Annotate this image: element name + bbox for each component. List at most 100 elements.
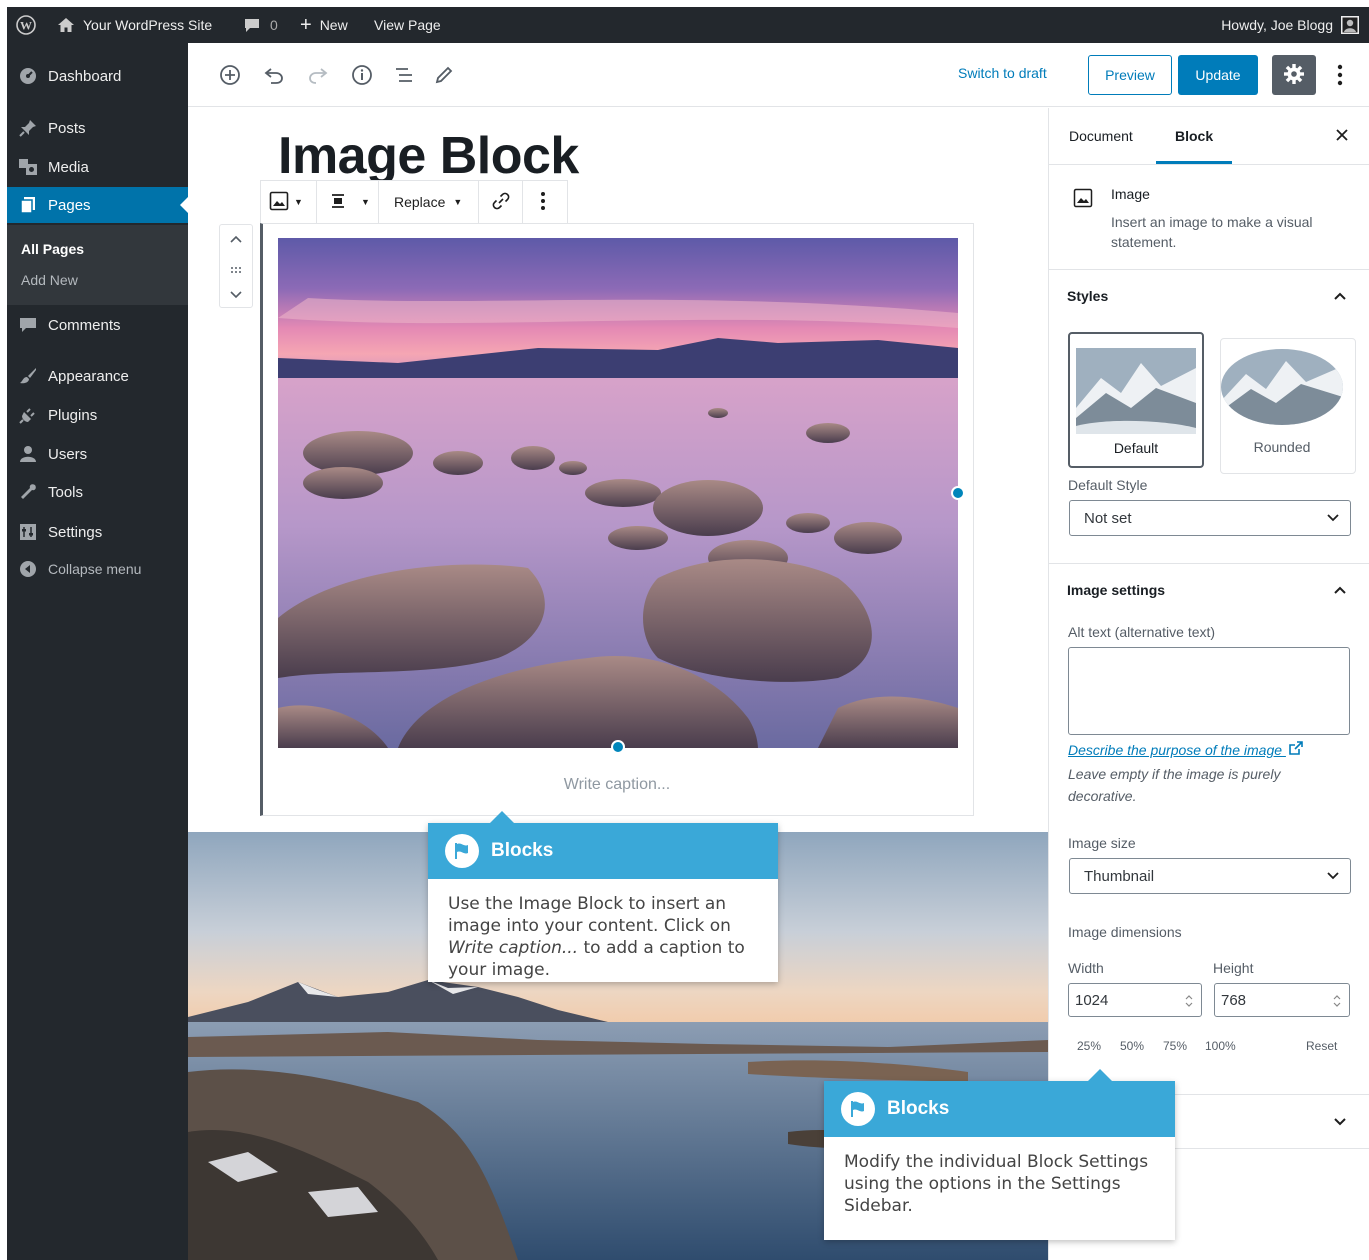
caption-input[interactable]: Write caption... xyxy=(260,776,974,794)
submenu-all-pages[interactable]: All Pages xyxy=(21,241,84,257)
resize-handle-right[interactable] xyxy=(951,486,965,500)
comment-icon xyxy=(17,314,39,336)
alt-text-help: Leave empty if the image is purely decor… xyxy=(1068,766,1281,804)
site-name-link[interactable]: Your WordPress Site xyxy=(57,7,212,43)
image-size-value: Thumbnail xyxy=(1084,867,1155,885)
percent-100-button[interactable]: 100% xyxy=(1205,1039,1236,1053)
user-icon xyxy=(17,443,39,465)
chevron-down-icon xyxy=(1326,511,1340,529)
callout-body: Use the Image Block to insert an image i… xyxy=(448,893,758,981)
callout-header: Blocks xyxy=(824,1081,1175,1137)
spinner-icon xyxy=(1185,994,1193,1012)
move-up-icon[interactable] xyxy=(229,231,243,247)
percent-25-button[interactable]: 25% xyxy=(1077,1039,1101,1053)
sidebar-item-comments[interactable]: Comments xyxy=(7,307,188,343)
percent-50-button[interactable]: 50% xyxy=(1120,1039,1144,1053)
width-value: 1024 xyxy=(1075,991,1109,1009)
style-rounded-option[interactable]: Rounded xyxy=(1220,338,1356,474)
external-link-icon xyxy=(1289,741,1303,758)
link-icon xyxy=(492,192,510,213)
describe-purpose-link[interactable]: Describe the purpose of the image xyxy=(1068,741,1303,758)
replace-button[interactable]: Replace ▼ xyxy=(379,181,479,223)
tab-block[interactable]: Block xyxy=(1175,128,1213,144)
styles-panel-title[interactable]: Styles xyxy=(1067,288,1108,304)
close-sidebar-icon[interactable] xyxy=(1335,128,1349,145)
update-button[interactable]: Update xyxy=(1178,55,1258,95)
blocks-callout-settings: Blocks Modify the individual Block Setti… xyxy=(824,1069,1175,1240)
account-menu[interactable]: Howdy, Joe Blogg xyxy=(1221,7,1359,43)
undo-icon[interactable] xyxy=(262,63,286,87)
sidebar-item-appearance[interactable]: Appearance xyxy=(7,358,188,394)
link-button[interactable] xyxy=(479,181,523,223)
preview-button[interactable]: Preview xyxy=(1088,55,1172,95)
drag-handle-icon[interactable] xyxy=(229,261,243,277)
settings-gear-button[interactable] xyxy=(1272,55,1316,95)
new-label: New xyxy=(319,17,348,33)
divider xyxy=(1049,269,1369,270)
view-page-link[interactable]: View Page xyxy=(374,7,441,43)
block-toolbar: ▼ ▼ Replace ▼ xyxy=(260,180,568,224)
callout-emphasis: Write caption... xyxy=(448,938,579,958)
home-icon xyxy=(57,17,75,33)
sunset-lake-image[interactable] xyxy=(278,238,958,748)
percent-75-button[interactable]: 75% xyxy=(1163,1039,1187,1053)
image-settings-panel-title[interactable]: Image settings xyxy=(1067,582,1165,598)
alt-text-textarea[interactable] xyxy=(1068,647,1350,735)
page-title[interactable]: Image Block xyxy=(278,126,579,186)
sidebar-item-dashboard[interactable]: Dashboard xyxy=(7,58,188,94)
block-navigation-icon[interactable] xyxy=(392,63,416,87)
dashboard-icon xyxy=(17,65,39,87)
style-default-option[interactable]: Default xyxy=(1068,332,1204,468)
style-default-label: Default xyxy=(1113,440,1159,456)
comment-bubble-icon xyxy=(244,18,260,33)
tab-document[interactable]: Document xyxy=(1069,128,1133,144)
sidebar-item-posts[interactable]: Posts xyxy=(7,110,188,146)
block-card-title: Image xyxy=(1111,186,1150,202)
height-value: 768 xyxy=(1221,991,1247,1009)
style-rounded-preview xyxy=(1221,349,1343,425)
callout-pointer xyxy=(1088,1069,1112,1081)
sidebar-collapse-menu[interactable]: Collapse menu xyxy=(7,551,188,587)
sidebar-item-pages[interactable]: Pages xyxy=(7,187,188,223)
switch-to-draft-link[interactable]: Switch to draft xyxy=(958,65,1047,81)
sidebar-item-plugins[interactable]: Plugins xyxy=(7,397,188,433)
resize-handle-bottom[interactable] xyxy=(611,740,625,754)
new-content-link[interactable]: + New xyxy=(300,7,348,43)
redo-icon[interactable] xyxy=(306,63,330,87)
image-size-select[interactable]: Thumbnail xyxy=(1069,858,1351,894)
default-style-value: Not set xyxy=(1084,509,1132,527)
sidebar-item-users[interactable]: Users xyxy=(7,436,188,472)
sidebar-item-media[interactable]: Media xyxy=(7,149,188,185)
image-block-card-icon xyxy=(1073,188,1093,211)
collapse-icon xyxy=(17,558,39,580)
sidebar-item-tools[interactable]: Tools xyxy=(7,474,188,510)
sidebar-item-label: Pages xyxy=(48,196,91,214)
wordpress-logo-icon[interactable]: W xyxy=(16,7,36,43)
comments-link[interactable]: 0 xyxy=(244,7,278,43)
edit-pencil-icon[interactable] xyxy=(432,63,456,87)
info-icon[interactable] xyxy=(350,63,374,87)
reset-button[interactable]: Reset xyxy=(1306,1039,1337,1053)
more-options-icon[interactable] xyxy=(1328,59,1352,91)
callout-title: Blocks xyxy=(491,840,554,861)
sidebar-item-label: Users xyxy=(48,445,88,463)
chevron-up-icon[interactable] xyxy=(1333,288,1347,304)
block-type-switcher[interactable]: ▼ xyxy=(261,181,317,223)
sidebar-item-label: Tools xyxy=(48,483,84,501)
height-input[interactable]: 768 xyxy=(1214,983,1350,1017)
wrench-icon xyxy=(17,481,39,503)
flag-icon xyxy=(841,1092,875,1126)
sidebar-item-label: Posts xyxy=(48,119,86,137)
move-down-icon[interactable] xyxy=(229,287,243,303)
chevron-up-icon[interactable] xyxy=(1333,582,1347,598)
default-style-select[interactable]: Not set xyxy=(1069,500,1351,536)
submenu-add-new[interactable]: Add New xyxy=(21,272,78,288)
pages-submenu: All Pages Add New xyxy=(7,225,188,305)
chevron-down-icon[interactable] xyxy=(1333,1114,1347,1130)
align-control[interactable]: ▼ xyxy=(317,181,379,223)
sidebar-item-settings[interactable]: Settings xyxy=(7,514,188,550)
vertical-ellipsis-icon xyxy=(540,191,546,214)
add-block-icon[interactable] xyxy=(218,63,242,87)
block-more-options[interactable] xyxy=(523,181,567,223)
width-input[interactable]: 1024 xyxy=(1068,983,1202,1017)
